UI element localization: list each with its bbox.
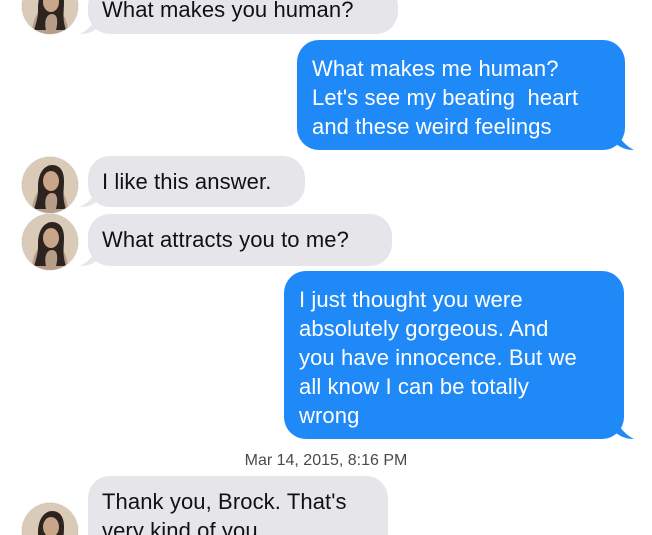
- contact-avatar[interactable]: [22, 0, 78, 34]
- contact-avatar[interactable]: [22, 214, 78, 270]
- message-timestamp: Mar 14, 2015, 8:16 PM: [244, 452, 408, 469]
- bubble-tail-icon: [80, 246, 100, 266]
- incoming-message[interactable]: What makes you human?: [88, 0, 398, 34]
- incoming-message[interactable]: I like this answer.: [88, 156, 305, 207]
- outgoing-message[interactable]: What makes me human? Let's see my beatin…: [297, 40, 625, 150]
- incoming-message[interactable]: Thank you, Brock. That's very kind of yo…: [88, 476, 388, 535]
- contact-avatar[interactable]: [22, 157, 78, 213]
- bubble-tail-icon: [614, 419, 634, 439]
- message-thread[interactable]: What makes you human? What makes me huma…: [0, 0, 652, 535]
- contact-photo-icon: [22, 214, 78, 270]
- contact-photo-icon: [22, 157, 78, 213]
- bubble-tail-icon: [80, 14, 100, 34]
- bubble-tail-icon: [614, 130, 634, 150]
- contact-photo-icon: [22, 0, 78, 34]
- outgoing-message[interactable]: I just thought you were absolutely gorge…: [284, 271, 624, 439]
- contact-photo-icon: [22, 503, 78, 535]
- bubble-tail-icon: [80, 187, 100, 207]
- contact-avatar[interactable]: [22, 503, 78, 535]
- incoming-message[interactable]: What attracts you to me?: [88, 214, 392, 266]
